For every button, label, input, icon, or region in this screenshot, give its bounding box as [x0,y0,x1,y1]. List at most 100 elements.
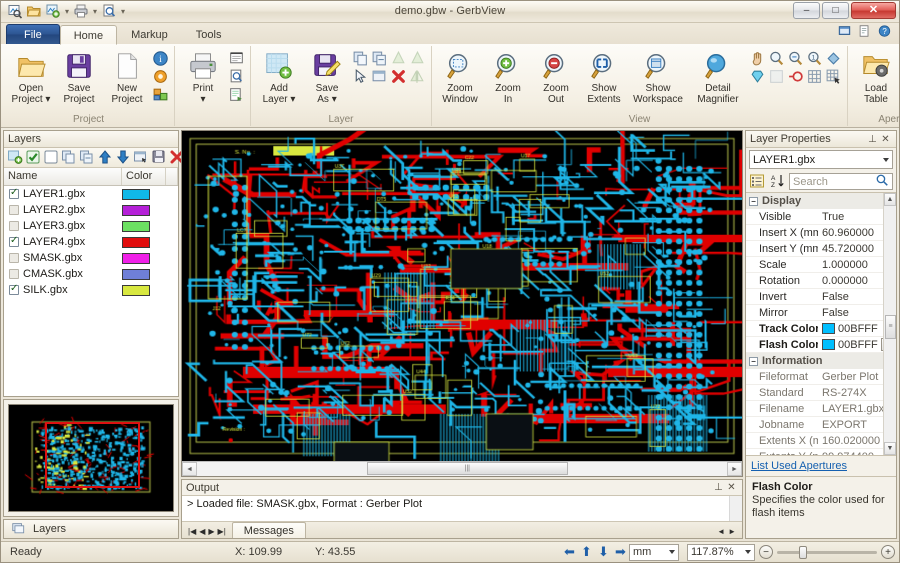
chevron-down-icon-combo[interactable] [883,158,889,162]
pan-up-icon[interactable]: ⬆ [578,544,595,560]
layer-color-swatch[interactable] [122,237,150,248]
zoom-previous-icon[interactable] [768,50,785,67]
mirror-layer-icon[interactable] [409,68,426,85]
property-row[interactable]: FileformatGerber Plot [746,369,883,385]
property-row[interactable]: Flash Color00BFFF▼ [746,337,883,353]
prop-scroll-down[interactable]: ▼ [884,442,896,455]
move-up-icon[interactable] [97,149,113,166]
hscroll-thumb[interactable]: ||| [367,462,568,475]
property-row[interactable]: Insert Y (mm)45.720000 [746,241,883,257]
zoom-in-button[interactable]: Zoom In [485,48,531,106]
zoom-slider[interactable] [777,545,877,559]
property-row[interactable]: FilenameLAYER1.gbx [746,401,883,417]
preview-panel[interactable] [3,399,179,517]
project-list-icon[interactable] [152,86,169,103]
grid-snap-icon[interactable] [825,68,842,85]
tab-messages[interactable]: Messages [232,522,306,538]
property-row[interactable]: VisibleTrue [746,209,883,225]
property-list[interactable]: −DisplayVisibleTrueInsert X (mm)60.96000… [746,192,896,456]
copy-icon[interactable] [61,149,77,166]
collapse-icon[interactable]: − [749,197,758,206]
minimize-button[interactable]: – [793,2,820,19]
pan-right-icon[interactable]: ➡ [612,544,629,560]
units-selector[interactable]: mm [629,544,679,561]
select-pointer-icon[interactable] [352,68,369,85]
layer-visible-checkbox[interactable] [9,253,19,263]
nav-first[interactable]: |◀ [188,527,196,536]
layer-color-swatch[interactable] [122,189,150,200]
paste-icon[interactable] [79,149,95,166]
zoom-window-button[interactable]: Zoom Window [437,48,483,106]
layer-visible-checkbox[interactable] [9,237,19,247]
table-row[interactable]: LAYER3.gbx [4,218,178,234]
open-project-button[interactable]: Open Project ▾ [8,48,54,106]
layer-visible-checkbox[interactable] [9,205,19,215]
preview-viewport-rect[interactable] [45,422,140,488]
print-preview-large-icon[interactable] [228,68,245,85]
zoom-scale-icon[interactable]: 1 [806,50,823,67]
page-setup-icon[interactable] [228,50,245,67]
output-tab-scroll[interactable]: ◄ ► [711,527,742,538]
property-row[interactable]: Extents Y (m...99.974400 [746,449,883,456]
nav-prev[interactable]: ◀ [199,527,205,536]
drill-hole-icon[interactable] [787,68,804,85]
table-row[interactable]: LAYER2.gbx [4,202,178,218]
output-nav-buttons[interactable]: |◀ ◀ ▶ ▶| [182,527,232,538]
grid-icon[interactable] [806,68,823,85]
save-as-button[interactable]: Save As ▾ [304,48,350,106]
collapse-icon[interactable]: − [749,357,758,366]
detail-magnifier-button[interactable]: Detail Magnifier [689,48,747,106]
property-row[interactable]: Track Color00BFFF [746,321,883,337]
property-row[interactable]: Extents X (m...160.020000 [746,433,883,449]
layer-visible-checkbox[interactable] [9,189,19,199]
properties-pin-icon[interactable]: ⊥ [866,133,879,146]
zoom-in-button-status[interactable]: + [881,545,895,559]
print-export-icon[interactable] [228,86,245,103]
categorized-view-icon[interactable] [749,173,766,190]
tab-tools[interactable]: Tools [182,24,236,44]
table-row[interactable]: LAYER1.gbx [4,186,178,202]
add-layer-button[interactable]: Add Layer ▾ [256,48,302,106]
units-chevron-icon[interactable] [669,550,675,554]
property-row[interactable]: Scale1.000000 [746,257,883,273]
property-group-header[interactable]: −Information [746,353,883,369]
layer-color-swatch[interactable] [122,205,150,216]
load-table-button[interactable]: Load Table [853,48,899,106]
add-layer-toolbar-icon[interactable] [7,149,23,166]
output-close-icon[interactable]: ✕ [725,481,738,494]
property-row[interactable]: Rotation0.000000 [746,273,883,289]
property-row[interactable]: StandardRS-274X [746,385,883,401]
table-row[interactable]: SMASK.gbx [4,250,178,266]
show-extents-button[interactable]: Show Extents [581,48,627,106]
properties-close-icon[interactable]: ✕ [879,133,892,146]
property-row[interactable]: Insert X (mm)60.960000 [746,225,883,241]
print-button[interactable]: Print▾ [180,48,226,106]
layer-selector-combo[interactable]: LAYER1.gbx [749,150,893,169]
layer-visible-checkbox[interactable] [9,269,19,279]
output-pin-icon[interactable]: ⊥ [712,481,725,494]
pan-left-icon[interactable]: ⬅ [561,544,578,560]
zoom-out-button[interactable]: Zoom Out [533,48,579,106]
nav-next[interactable]: ▶ [208,527,214,536]
layers-dock-tab[interactable]: Layers [3,519,179,539]
tabscroll-left-icon[interactable]: ◄ [717,527,725,536]
save-layer-icon[interactable] [151,149,167,166]
sort-alpha-icon[interactable]: AZ [769,173,786,190]
zoom-selector[interactable]: 117.87% [687,544,755,561]
zoom-slider-knob[interactable] [799,546,807,559]
check-all-icon[interactable] [25,149,41,166]
help-page-icon[interactable] [857,24,874,41]
tab-home[interactable]: Home [60,25,117,45]
layer-visible-checkbox[interactable] [9,221,19,231]
table-row[interactable]: LAYER4.gbx [4,234,178,250]
list-used-apertures-link[interactable]: List Used Apertures [751,460,847,472]
rotate-ccw-icon[interactable] [390,50,407,67]
scroll-left-button[interactable]: ◄ [182,462,197,476]
layer-color-swatch[interactable] [122,221,150,232]
zoom-chevron-icon[interactable] [745,550,751,554]
property-row[interactable]: InvertFalse [746,289,883,305]
move-down-icon[interactable] [115,149,131,166]
property-search-input[interactable] [793,176,875,188]
fill-color-icon[interactable] [825,50,842,67]
canvas-hscrollbar[interactable]: ◄ ||| ► [182,461,742,476]
